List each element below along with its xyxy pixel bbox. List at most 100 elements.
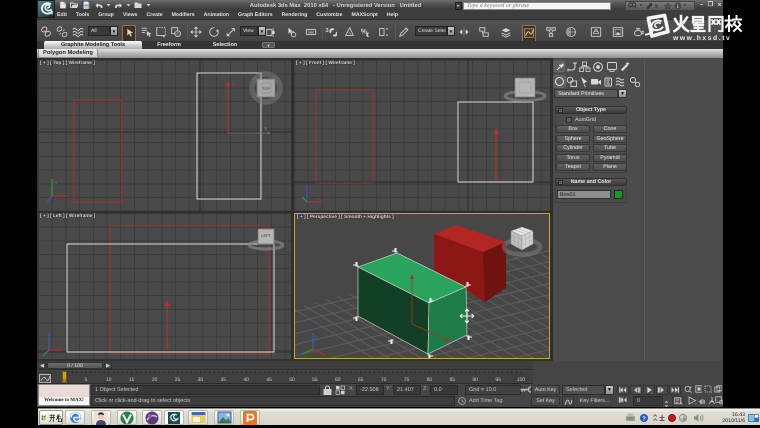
project-folder-icon[interactable] <box>134 1 143 9</box>
taskbar-ie-icon[interactable] <box>65 410 85 425</box>
polygon-modeling-panel[interactable]: Polygon Modeling <box>38 49 98 58</box>
taskbar-powerpoint-icon[interactable] <box>240 410 260 425</box>
frame-spinner-arrows[interactable] <box>664 396 669 406</box>
category-lights-icon[interactable] <box>581 77 587 87</box>
zoom-region-max-icon[interactable] <box>714 396 723 406</box>
new-key-mode-button[interactable] <box>562 396 574 406</box>
category-shapes-icon[interactable] <box>567 77 576 86</box>
time-slider-handle[interactable]: 0 / 100 <box>47 362 103 369</box>
viewport-front-label[interactable]: [ + ] [ Front ] [ Wireframe ] <box>296 61 355 66</box>
close-button[interactable]: x <box>716 2 723 9</box>
language-bar-icon[interactable] <box>748 410 760 426</box>
application-menu-button[interactable]: ▼ <box>37 0 55 18</box>
taskbar-avatar-icon[interactable] <box>91 410 111 425</box>
previous-frame-button[interactable] <box>630 385 642 395</box>
welcome-to-max-panel[interactable]: Welcome to MAX! <box>38 384 90 406</box>
viewcube[interactable] <box>249 229 283 249</box>
create-box-button[interactable]: Box <box>556 125 590 133</box>
z-coordinate-field[interactable]: 0.0 <box>430 385 458 395</box>
named-selection-sets-dropdown[interactable]: Create Selection Set <box>415 26 447 36</box>
name-color-rollout-header[interactable]: - Name and Color <box>555 178 627 186</box>
menu-create[interactable]: Create <box>146 12 162 18</box>
red-box-top-wire[interactable] <box>74 100 122 202</box>
category-spacewarps-icon[interactable] <box>616 78 624 86</box>
zoom-region-icon[interactable] <box>703 385 713 395</box>
tab-display-icon[interactable] <box>608 63 617 72</box>
viewport-perspective[interactable]: z [ + ] [ Perspective ] [ Smooth + Highl… <box>294 213 550 359</box>
tab-hierarchy-icon[interactable] <box>580 62 591 71</box>
selected-filter-dropdown[interactable]: Selected <box>562 385 605 395</box>
tray-volume-icon[interactable] <box>694 414 703 422</box>
go-to-start-frame-icon[interactable] <box>617 396 629 406</box>
named-selection-sets-dropdown-arrow[interactable]: ▼ <box>447 26 455 36</box>
minimize-button[interactable]: – <box>698 2 705 9</box>
category-systems-icon[interactable] <box>631 78 640 87</box>
viewport-perspective-label[interactable]: [ + ] [ Perspective ] [ Smooth + Highlig… <box>297 215 394 220</box>
taskbar-folder-icon[interactable] <box>188 410 208 425</box>
object-color-swatch[interactable] <box>614 190 623 199</box>
set-key-button[interactable]: Set Key <box>531 396 560 406</box>
tab-utilities-icon[interactable] <box>621 62 630 71</box>
infocenter-search-input[interactable]: Type a keyword or phrase <box>463 2 611 10</box>
infocenter-arrow-button[interactable]: ▸ <box>455 2 462 10</box>
menu-tools[interactable]: Tools <box>76 12 89 18</box>
transform-gizmo[interactable]: x y <box>136 300 172 351</box>
absolute-offset-toggle-icon[interactable] <box>336 386 345 394</box>
caret[interactable] <box>146 1 151 9</box>
caret[interactable] <box>106 1 111 9</box>
caret-icon[interactable] <box>639 2 643 10</box>
time-slider-frame-marker[interactable]: 0 <box>62 371 67 383</box>
green-box-left-wire-selected[interactable] <box>67 244 274 352</box>
caret[interactable] <box>126 1 131 9</box>
selected-filter-arrow[interactable]: ▼ <box>605 385 614 395</box>
primitives-dropdown[interactable]: Standard Primitives <box>554 89 618 98</box>
subscription-icon[interactable]: S <box>654 2 662 10</box>
play-button[interactable] <box>643 385 655 395</box>
menu-help[interactable]: Help <box>387 12 398 18</box>
start-button[interactable] <box>39 410 63 425</box>
time-prev-button[interactable]: ◀ <box>38 362 46 369</box>
create-plane-button[interactable]: Plane <box>593 163 627 171</box>
create-pyramid-button[interactable]: Pyramid <box>593 154 627 162</box>
create-teapot-button[interactable]: Teapot <box>556 163 590 171</box>
create-torus-button[interactable]: Torus <box>556 154 590 162</box>
red-box-left-wire[interactable] <box>110 226 269 354</box>
help-globe-icon[interactable]: i <box>674 2 682 10</box>
caret-icon[interactable] <box>683 2 687 10</box>
redo-icon[interactable] <box>114 1 123 9</box>
viewport-front[interactable]: x y z x [ + ] <box>294 60 550 211</box>
key-mode-toggle-button[interactable] <box>672 396 684 406</box>
create-tube-button[interactable]: Tube <box>593 144 627 152</box>
taskbar-orb-icon[interactable] <box>142 410 162 425</box>
menu-customize[interactable]: Customize <box>316 12 342 18</box>
menu-edit[interactable]: Edit <box>57 12 67 18</box>
tray-help-icon[interactable]: ? <box>640 414 648 423</box>
menu-animation[interactable]: Animation <box>204 12 229 18</box>
tray-printer-icon[interactable] <box>626 413 635 421</box>
viewcube[interactable] <box>504 227 540 255</box>
taskbar-pictures-icon[interactable] <box>214 410 234 425</box>
pan-zoom-icon[interactable] <box>713 385 723 395</box>
viewcube-top-face[interactable]: TOP <box>257 86 275 91</box>
viewport-left[interactable]: x y LEFT [ + ] [ Left ] [ Wire <box>38 213 291 359</box>
taskbar-3dsmax-icon[interactable] <box>164 410 184 425</box>
autogrid-checkbox[interactable] <box>566 117 572 123</box>
next-frame-button[interactable] <box>656 385 668 395</box>
tab-create-icon[interactable] <box>554 61 565 72</box>
tab-graphite-modeling-tools[interactable]: Graphite Modeling Tools <box>44 41 142 49</box>
x-coordinate-field[interactable]: -22.508 <box>356 385 384 395</box>
viewcube-left-face[interactable]: LEFT <box>258 233 274 238</box>
category-helpers-icon[interactable] <box>605 78 612 86</box>
field-of-view-icon[interactable] <box>687 396 697 406</box>
time-next-button[interactable]: ▶ <box>104 362 112 369</box>
red-box-front-wire[interactable] <box>316 90 373 183</box>
reference-coordinate-dropdown[interactable]: View <box>240 26 258 36</box>
category-geometry-icon[interactable] <box>554 76 566 88</box>
selection-lock-icon[interactable] <box>324 386 331 395</box>
tab-freeform[interactable]: Freeform <box>149 41 189 49</box>
menu-group[interactable]: Group <box>98 12 114 18</box>
tab-selection[interactable]: Selection <box>205 41 245 49</box>
menu-graph-editors[interactable]: Graph Editors <box>238 12 273 18</box>
create-cylinder-button[interactable]: Cylinder <box>556 144 590 152</box>
open-file-icon[interactable] <box>70 1 79 9</box>
